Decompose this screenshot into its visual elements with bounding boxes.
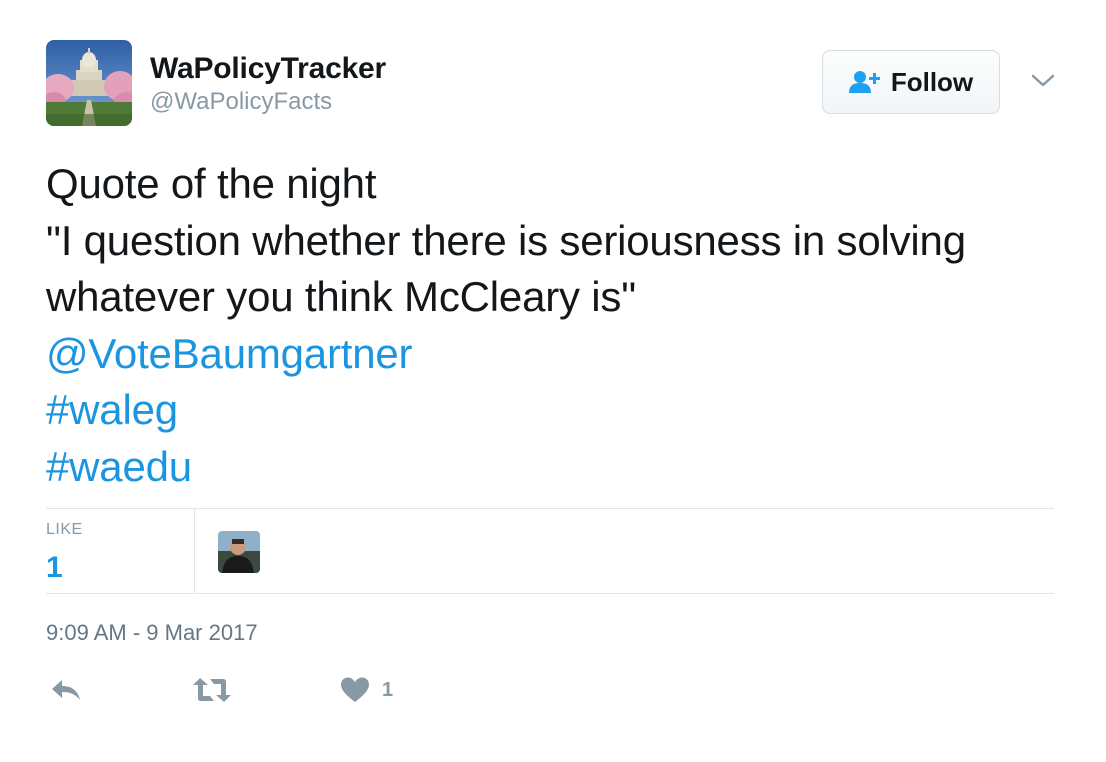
like-stat[interactable]: LIKE 1: [46, 509, 195, 593]
liker-avatar[interactable]: [218, 531, 260, 573]
tweet-actions: 1: [46, 674, 446, 706]
user-handle[interactable]: @WaPolicyFacts: [150, 88, 332, 116]
follow-button[interactable]: Follow: [822, 50, 1000, 114]
like-action-count: 1: [382, 678, 394, 701]
like-button[interactable]: 1: [340, 674, 393, 706]
tweet-stats: LIKE 1: [46, 508, 1054, 594]
tweet-line: whatever you think McCleary is": [46, 273, 636, 320]
reply-icon: [52, 680, 80, 700]
like-stat-count: 1: [46, 551, 63, 584]
retweet-icon: [193, 678, 231, 702]
tweet-timestamp[interactable]: 9:09 AM - 9 Mar 2017: [46, 620, 258, 646]
chevron-down-icon[interactable]: [1030, 70, 1056, 92]
retweet-button[interactable]: [192, 674, 232, 706]
tweet-line: Quote of the night: [46, 160, 377, 207]
hashtag-link[interactable]: #waedu: [46, 439, 192, 496]
like-stat-label: LIKE: [46, 521, 83, 538]
reply-button[interactable]: [50, 674, 82, 706]
mention-link[interactable]: @VoteBaumgartner: [46, 326, 413, 383]
add-person-icon: [848, 71, 880, 93]
user-display-name[interactable]: WaPolicyTracker: [150, 52, 386, 86]
tweet-text: Quote of the night "I question whether t…: [46, 156, 1066, 495]
tweet-line: "I question whether there is seriousness…: [46, 216, 966, 264]
heart-icon: [341, 677, 369, 702]
hashtag-link[interactable]: #waleg: [46, 382, 178, 439]
user-avatar[interactable]: [46, 40, 132, 126]
follow-button-label: Follow: [890, 66, 974, 97]
capitol-building-photo: [46, 40, 132, 126]
